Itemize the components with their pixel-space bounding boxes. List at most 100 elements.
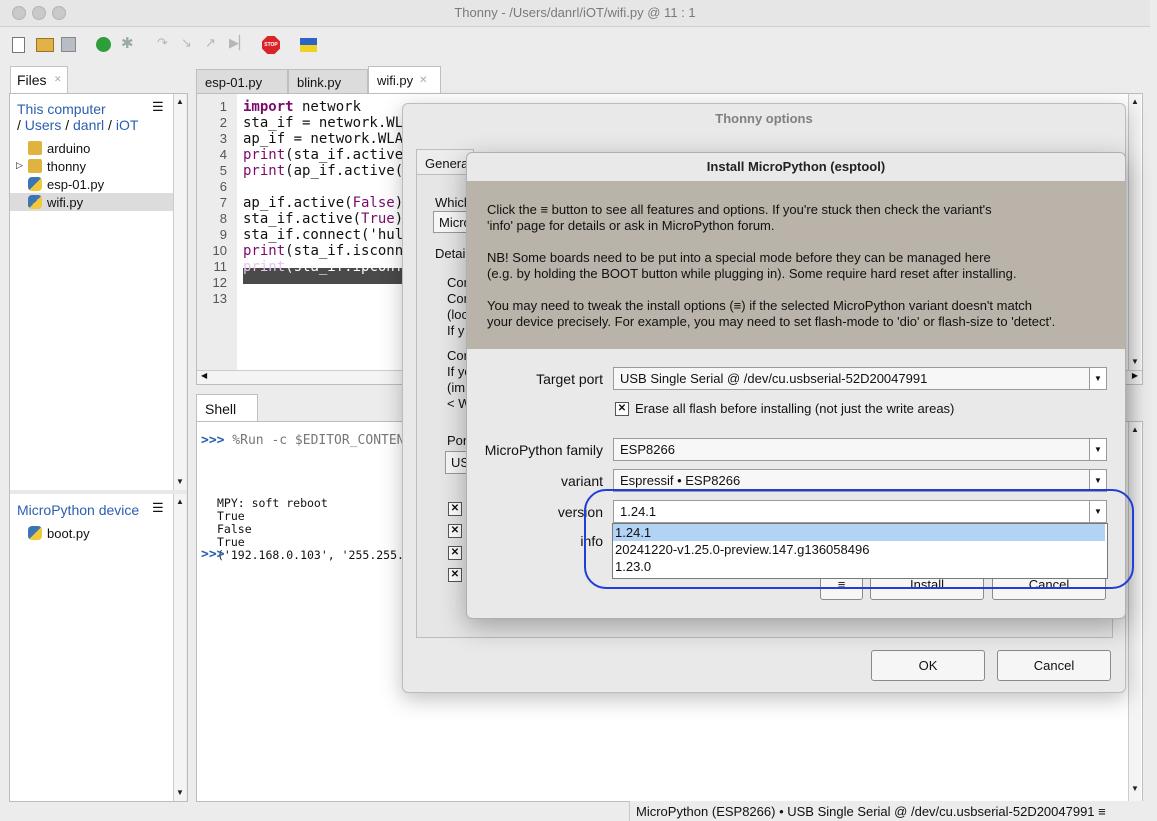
tab-shell[interactable]: Shell [196, 394, 258, 422]
erase-flash-label: Erase all flash before installing (not j… [635, 401, 955, 416]
close-icon[interactable]: ✕ [54, 74, 62, 85]
debug-icon[interactable]: ✱ [121, 34, 137, 52]
scroll-up-icon[interactable]: ▲ [174, 496, 186, 508]
breadcrumb-users[interactable]: Users [25, 117, 62, 133]
line-number: 5 [219, 163, 227, 178]
stop-icon[interactable]: STOP [262, 36, 280, 54]
scroll-left-icon[interactable]: ◀ [201, 371, 207, 380]
files-panel: This computer ☰ / Users / danrl / iOT ar… [9, 93, 188, 802]
scroll-down-icon[interactable]: ▼ [174, 787, 186, 799]
info-paragraph: Click the ≡ button to see all features a… [487, 202, 992, 233]
python-file-icon [28, 195, 42, 209]
scroll-up-icon[interactable]: ▲ [1129, 96, 1141, 108]
tab-files[interactable]: Files ✕ [10, 66, 68, 93]
tree-item-thonny[interactable]: thonny [28, 157, 86, 175]
expand-icon[interactable]: ▷ [16, 160, 23, 171]
close-icon[interactable]: ✕ [419, 75, 427, 86]
code-line: print(sta_if.active( [243, 147, 412, 163]
code-line: import network [243, 99, 362, 115]
tree-item-wifi[interactable]: wifi.py [28, 193, 83, 211]
line-number: 1 [219, 99, 227, 114]
chevron-down-icon[interactable]: ▼ [1089, 470, 1106, 491]
line-number: 6 [219, 179, 227, 194]
line-number: 12 [212, 275, 227, 290]
tree-item-esp01[interactable]: esp-01.py [28, 175, 104, 193]
line-number: 2 [219, 115, 227, 130]
save-file-icon[interactable] [61, 37, 76, 52]
status-bar[interactable]: MicroPython (ESP8266) • USB Single Seria… [629, 801, 1150, 821]
code-line: print(ap_if.active() [243, 163, 412, 179]
target-port-label: Target port [536, 371, 603, 387]
menu-icon[interactable]: ☰ [152, 500, 164, 516]
line-number: 13 [212, 291, 227, 306]
local-files-tree: This computer ☰ / Users / danrl / iOT ar… [10, 94, 173, 490]
line-number: 7 [219, 195, 227, 210]
ukraine-flag-icon[interactable] [300, 38, 317, 52]
option-checkbox[interactable]: ✕ [448, 524, 462, 538]
info-paragraph: NB! Some boards need to be put into a sp… [487, 250, 1017, 281]
scroll-down-icon[interactable]: ▼ [1129, 356, 1141, 368]
window-title: Thonny - /Users/danrl/iOT/wifi.py @ 11 :… [454, 5, 696, 20]
line-number-gutter: 1 2 3 4 5 6 7 8 9 10 11 12 13 [197, 94, 237, 370]
python-file-icon [28, 177, 42, 191]
line-number: 8 [219, 211, 227, 226]
files-tab-label: Files [17, 72, 47, 88]
menu-icon[interactable]: ☰ [152, 99, 164, 115]
erase-flash-checkbox[interactable]: ✕ [615, 402, 629, 416]
line-number: 11 [213, 259, 228, 274]
shell-prompt: >>> [201, 547, 225, 562]
breadcrumb: / Users / danrl / iOT [17, 117, 139, 133]
option-checkbox[interactable]: ✕ [448, 568, 462, 582]
info-box: Click the ≡ button to see all features a… [467, 181, 1125, 349]
line-number: 3 [219, 131, 227, 146]
tab-wifi[interactable]: wifi.py ✕ [368, 66, 441, 94]
family-label: MicroPython family [484, 442, 603, 458]
family-combo[interactable]: ESP8266 ▼ [613, 438, 1107, 461]
code-line: sta_if = network.WLAN [243, 115, 421, 131]
step-into-icon[interactable]: ↘ [181, 35, 197, 51]
code-line: sta_if.connect('hulu [243, 227, 412, 243]
scroll-down-icon[interactable]: ▼ [174, 476, 186, 488]
tab-blink[interactable]: blink.py [288, 69, 368, 94]
chevron-down-icon[interactable]: ▼ [1089, 368, 1106, 389]
shell-output: MPY: soft reboot True False True ('192.168.0… [217, 496, 404, 562]
resume-icon[interactable]: ▶▏ [229, 35, 249, 51]
target-port-combo[interactable]: USB Single Serial @ /dev/cu.usbserial-52… [613, 367, 1107, 390]
ok-button[interactable]: OK [871, 650, 985, 681]
scroll-right-icon[interactable]: ▶ [1132, 371, 1138, 380]
install-dialog-title: Install MicroPython (esptool) [706, 159, 886, 174]
scroll-up-icon[interactable]: ▲ [174, 96, 186, 108]
files-scrollbar[interactable]: ▲ ▼ [173, 94, 186, 490]
device-files-tree: MicroPython device ☰ boot.py [10, 494, 173, 801]
editor-vscrollbar[interactable]: ▲ ▼ [1128, 94, 1141, 370]
code-line: ap_if.active(False) [243, 195, 404, 211]
device-scrollbar[interactable]: ▲ ▼ [173, 494, 186, 801]
new-file-icon[interactable] [12, 37, 25, 53]
code-line: print(sta_if.ipconfi [243, 259, 412, 275]
scroll-up-icon[interactable]: ▲ [1129, 424, 1141, 436]
scroll-down-icon[interactable]: ▼ [1129, 783, 1141, 795]
tab-esp01[interactable]: esp-01.py [196, 69, 288, 94]
line-number: 10 [212, 243, 227, 258]
code-line: sta_if.active(True) [243, 211, 404, 227]
line-number: 9 [219, 227, 227, 242]
tree-item-arduino[interactable]: arduino [28, 139, 90, 157]
python-file-icon [28, 526, 42, 540]
run-icon[interactable] [96, 37, 111, 52]
step-out-icon[interactable]: ↗ [205, 35, 221, 51]
folder-icon [28, 141, 42, 155]
chevron-down-icon[interactable]: ▼ [1089, 439, 1106, 460]
line-number: 4 [219, 147, 227, 162]
option-checkbox[interactable]: ✕ [448, 546, 462, 560]
breadcrumb-danrl[interactable]: danrl [73, 117, 104, 133]
toolbar: ✱ ↷ ↘ ↗ ▶▏ STOP [0, 27, 1150, 63]
open-file-icon[interactable] [36, 38, 54, 52]
step-over-icon[interactable]: ↷ [157, 35, 173, 51]
breadcrumb-iot[interactable]: iOT [116, 117, 139, 133]
info-paragraph: You may need to tweak the install option… [487, 298, 1056, 329]
option-checkbox[interactable]: ✕ [448, 502, 462, 516]
cancel-button[interactable]: Cancel [997, 650, 1111, 681]
code-line: print(sta_if.isconne [243, 243, 412, 259]
shell-scrollbar[interactable]: ▲ ▼ [1128, 422, 1141, 801]
tree-item-boot[interactable]: boot.py [28, 524, 90, 542]
